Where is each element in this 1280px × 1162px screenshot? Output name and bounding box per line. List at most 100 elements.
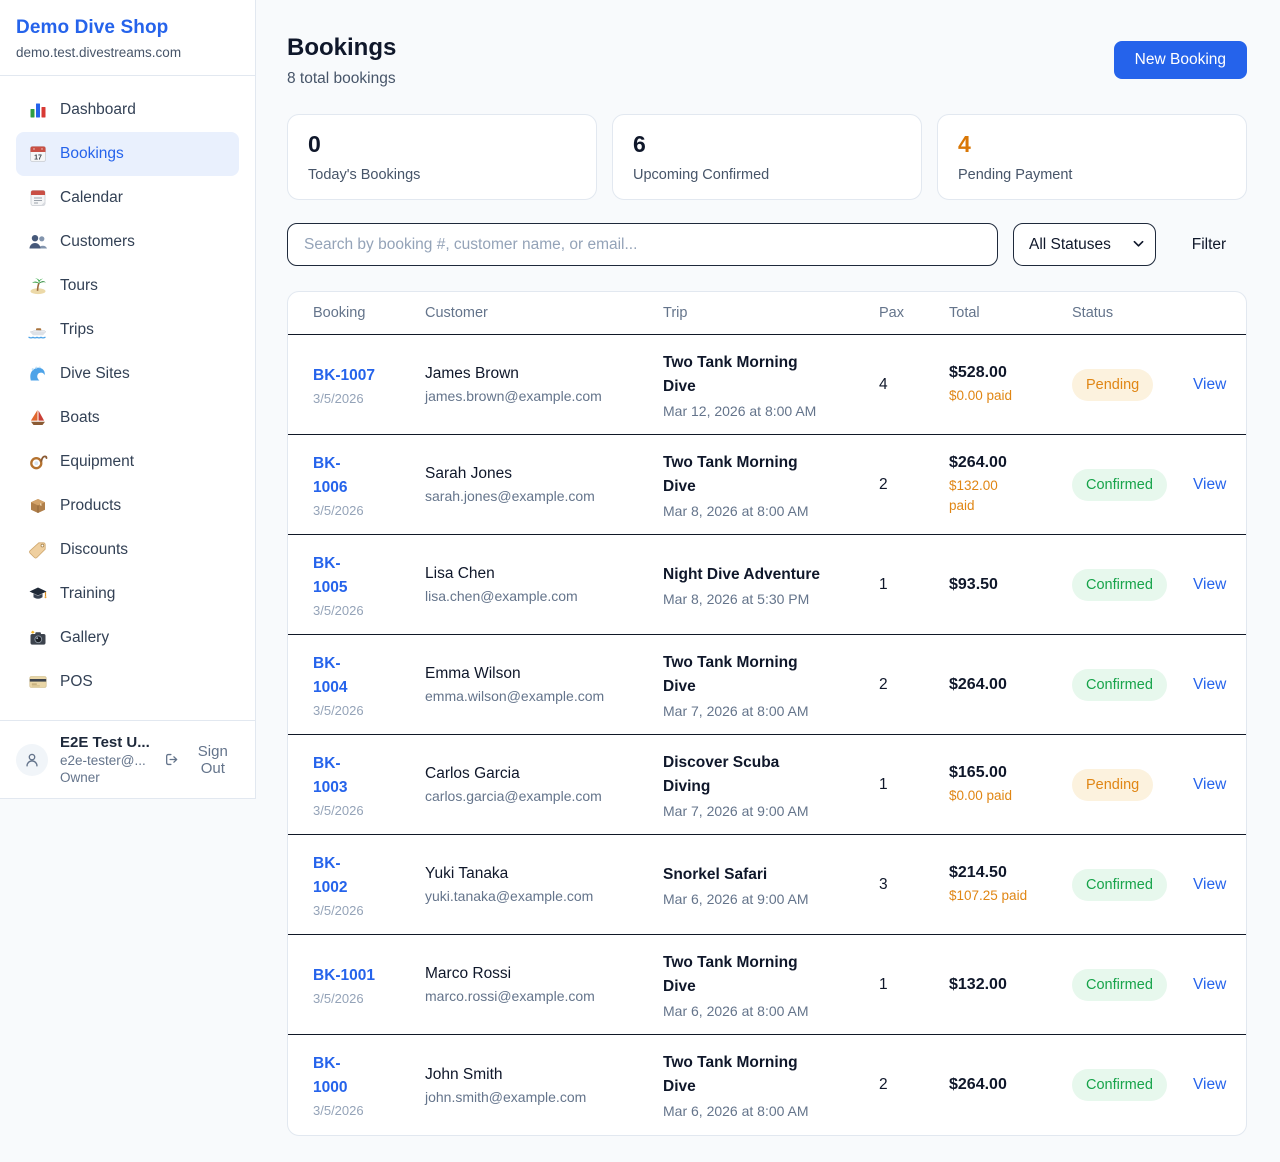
booking-date: 3/5/2026 (313, 991, 415, 1006)
view-booking-link[interactable]: View (1193, 776, 1226, 793)
sidebar-item-bookings[interactable]: 17 Bookings (16, 132, 239, 176)
user-meta: E2E Test U... e2e-tester@... Owner (60, 734, 152, 785)
sidebar-item-trips[interactable]: Trips (16, 308, 239, 352)
user-email: e2e-tester@... (60, 753, 152, 768)
sidebar-item-gallery[interactable]: Gallery (16, 616, 239, 660)
sailboat-icon (28, 408, 48, 428)
sidebar-item-calendar[interactable]: Calendar (16, 176, 239, 220)
stat-value: 6 (633, 131, 901, 158)
booking-id-link[interactable]: BK- 1005 (313, 552, 347, 600)
view-booking-link[interactable]: View (1193, 976, 1226, 993)
filter-row: All Statuses Filter (287, 223, 1247, 266)
search-input[interactable] (287, 223, 998, 266)
view-booking-link[interactable]: View (1193, 676, 1226, 693)
sidebar-item-equipment[interactable]: Equipment (16, 440, 239, 484)
trip-datetime: Mar 8, 2026 at 5:30 PM (663, 591, 869, 607)
sidebar-item-label: Training (60, 585, 115, 603)
booking-id-link[interactable]: BK- 1003 (313, 752, 347, 800)
sidebar-item-label: Dive Sites (60, 365, 130, 383)
stat-value: 4 (958, 131, 1226, 158)
sidebar-item-tours[interactable]: Tours (16, 264, 239, 308)
sidebar-nav: Dashboard 17 Bookings Calendar Customers… (0, 76, 255, 720)
two-users-icon (28, 232, 48, 252)
view-booking-link[interactable]: View (1193, 1076, 1226, 1093)
sign-out-label: Sign Out (187, 743, 239, 777)
trip-datetime: Mar 6, 2026 at 8:00 AM (663, 1103, 869, 1119)
customer-email: marco.rossi@example.com (425, 988, 653, 1004)
booking-id-link[interactable]: BK-1007 (313, 364, 375, 388)
sidebar-item-label: Boats (60, 409, 100, 427)
sidebar-item-label: Trips (60, 321, 94, 339)
status-badge: Confirmed (1072, 1069, 1167, 1101)
customer-name: Marco Rossi (425, 965, 653, 983)
sidebar-item-label: Discounts (60, 541, 128, 559)
sidebar-item-training[interactable]: Training (16, 572, 239, 616)
stat-label: Today's Bookings (308, 167, 576, 183)
total-amount: $132.00 (949, 976, 1062, 994)
col-header-customer: Customer (425, 305, 663, 321)
booking-date: 3/5/2026 (313, 1103, 415, 1118)
brand-domain: demo.test.divestreams.com (16, 45, 239, 60)
page-title: Bookings (287, 35, 396, 61)
booking-id-link[interactable]: BK-1001 (313, 964, 375, 988)
filter-button[interactable]: Filter (1171, 236, 1247, 254)
total-amount: $93.50 (949, 576, 1062, 594)
booking-id-link[interactable]: BK- 1006 (313, 452, 347, 500)
sidebar-item-products[interactable]: Products (16, 484, 239, 528)
customer-name: Yuki Tanaka (425, 865, 653, 883)
user-block: E2E Test U... e2e-tester@... Owner Sign … (0, 720, 255, 798)
booking-date: 3/5/2026 (313, 603, 415, 618)
status-badge: Pending (1072, 769, 1153, 801)
pax-count: 1 (879, 776, 949, 794)
status-badge: Confirmed (1072, 569, 1167, 601)
booking-id-link[interactable]: BK- 1002 (313, 852, 347, 900)
customer-name: Emma Wilson (425, 665, 653, 683)
col-header-total: Total (949, 305, 1072, 321)
view-booking-link[interactable]: View (1193, 376, 1226, 393)
view-booking-link[interactable]: View (1193, 476, 1226, 493)
customer-name: James Brown (425, 365, 653, 383)
trip-name: Two Tank Morning Dive (663, 951, 869, 999)
sidebar-item-pos[interactable]: POS (16, 660, 239, 704)
sidebar-item-customers[interactable]: Customers (16, 220, 239, 264)
customer-name: John Smith (425, 1066, 653, 1084)
sidebar-item-dashboard[interactable]: Dashboard (16, 88, 239, 132)
bar-chart-icon (28, 100, 48, 120)
col-header-booking: Booking (313, 305, 425, 321)
view-booking-link[interactable]: View (1193, 576, 1226, 593)
booking-id-link[interactable]: BK- 1004 (313, 652, 347, 700)
sidebar-item-label: Dashboard (60, 101, 136, 119)
tear-calendar-icon (28, 188, 48, 208)
page-subtitle: 8 total bookings (287, 70, 396, 88)
trip-datetime: Mar 6, 2026 at 8:00 AM (663, 1003, 869, 1019)
customer-name: Carlos Garcia (425, 765, 653, 783)
booking-date: 3/5/2026 (313, 903, 415, 918)
trip-name: Two Tank Morning Dive (663, 651, 869, 699)
calendar-date-icon: 17 (28, 144, 48, 164)
status-badge: Confirmed (1072, 869, 1167, 901)
sidebar-item-dive-sites[interactable]: Dive Sites (16, 352, 239, 396)
sidebar-item-boats[interactable]: Boats (16, 396, 239, 440)
booking-id-link[interactable]: BK- 1000 (313, 1052, 347, 1100)
total-amount: $214.50 (949, 864, 1062, 882)
table-row: BK- 1006 3/5/2026 Sarah Jones sarah.jone… (288, 435, 1246, 535)
user-name: E2E Test U... (60, 734, 152, 751)
status-badge: Confirmed (1072, 969, 1167, 1001)
customer-name: Sarah Jones (425, 465, 653, 483)
sign-out-button[interactable]: Sign Out (164, 743, 239, 777)
pax-count: 1 (879, 576, 949, 594)
logout-icon (164, 751, 179, 768)
status-badge: Confirmed (1072, 669, 1167, 701)
table-row: BK- 1003 3/5/2026 Carlos Garcia carlos.g… (288, 735, 1246, 835)
paid-amount: $0.00 paid (949, 786, 1062, 806)
pax-count: 1 (879, 976, 949, 994)
bookings-table: Booking Customer Trip Pax Total Status B… (287, 291, 1247, 1136)
pax-count: 2 (879, 476, 949, 494)
table-row: BK- 1000 3/5/2026 John Smith john.smith@… (288, 1035, 1246, 1135)
table-body: BK-1007 3/5/2026 James Brown james.brown… (288, 335, 1246, 1135)
view-booking-link[interactable]: View (1193, 876, 1226, 893)
sidebar-item-discounts[interactable]: Discounts (16, 528, 239, 572)
svg-text:17: 17 (34, 155, 42, 162)
new-booking-button[interactable]: New Booking (1114, 41, 1247, 79)
status-filter-select[interactable]: All Statuses (1013, 223, 1156, 266)
